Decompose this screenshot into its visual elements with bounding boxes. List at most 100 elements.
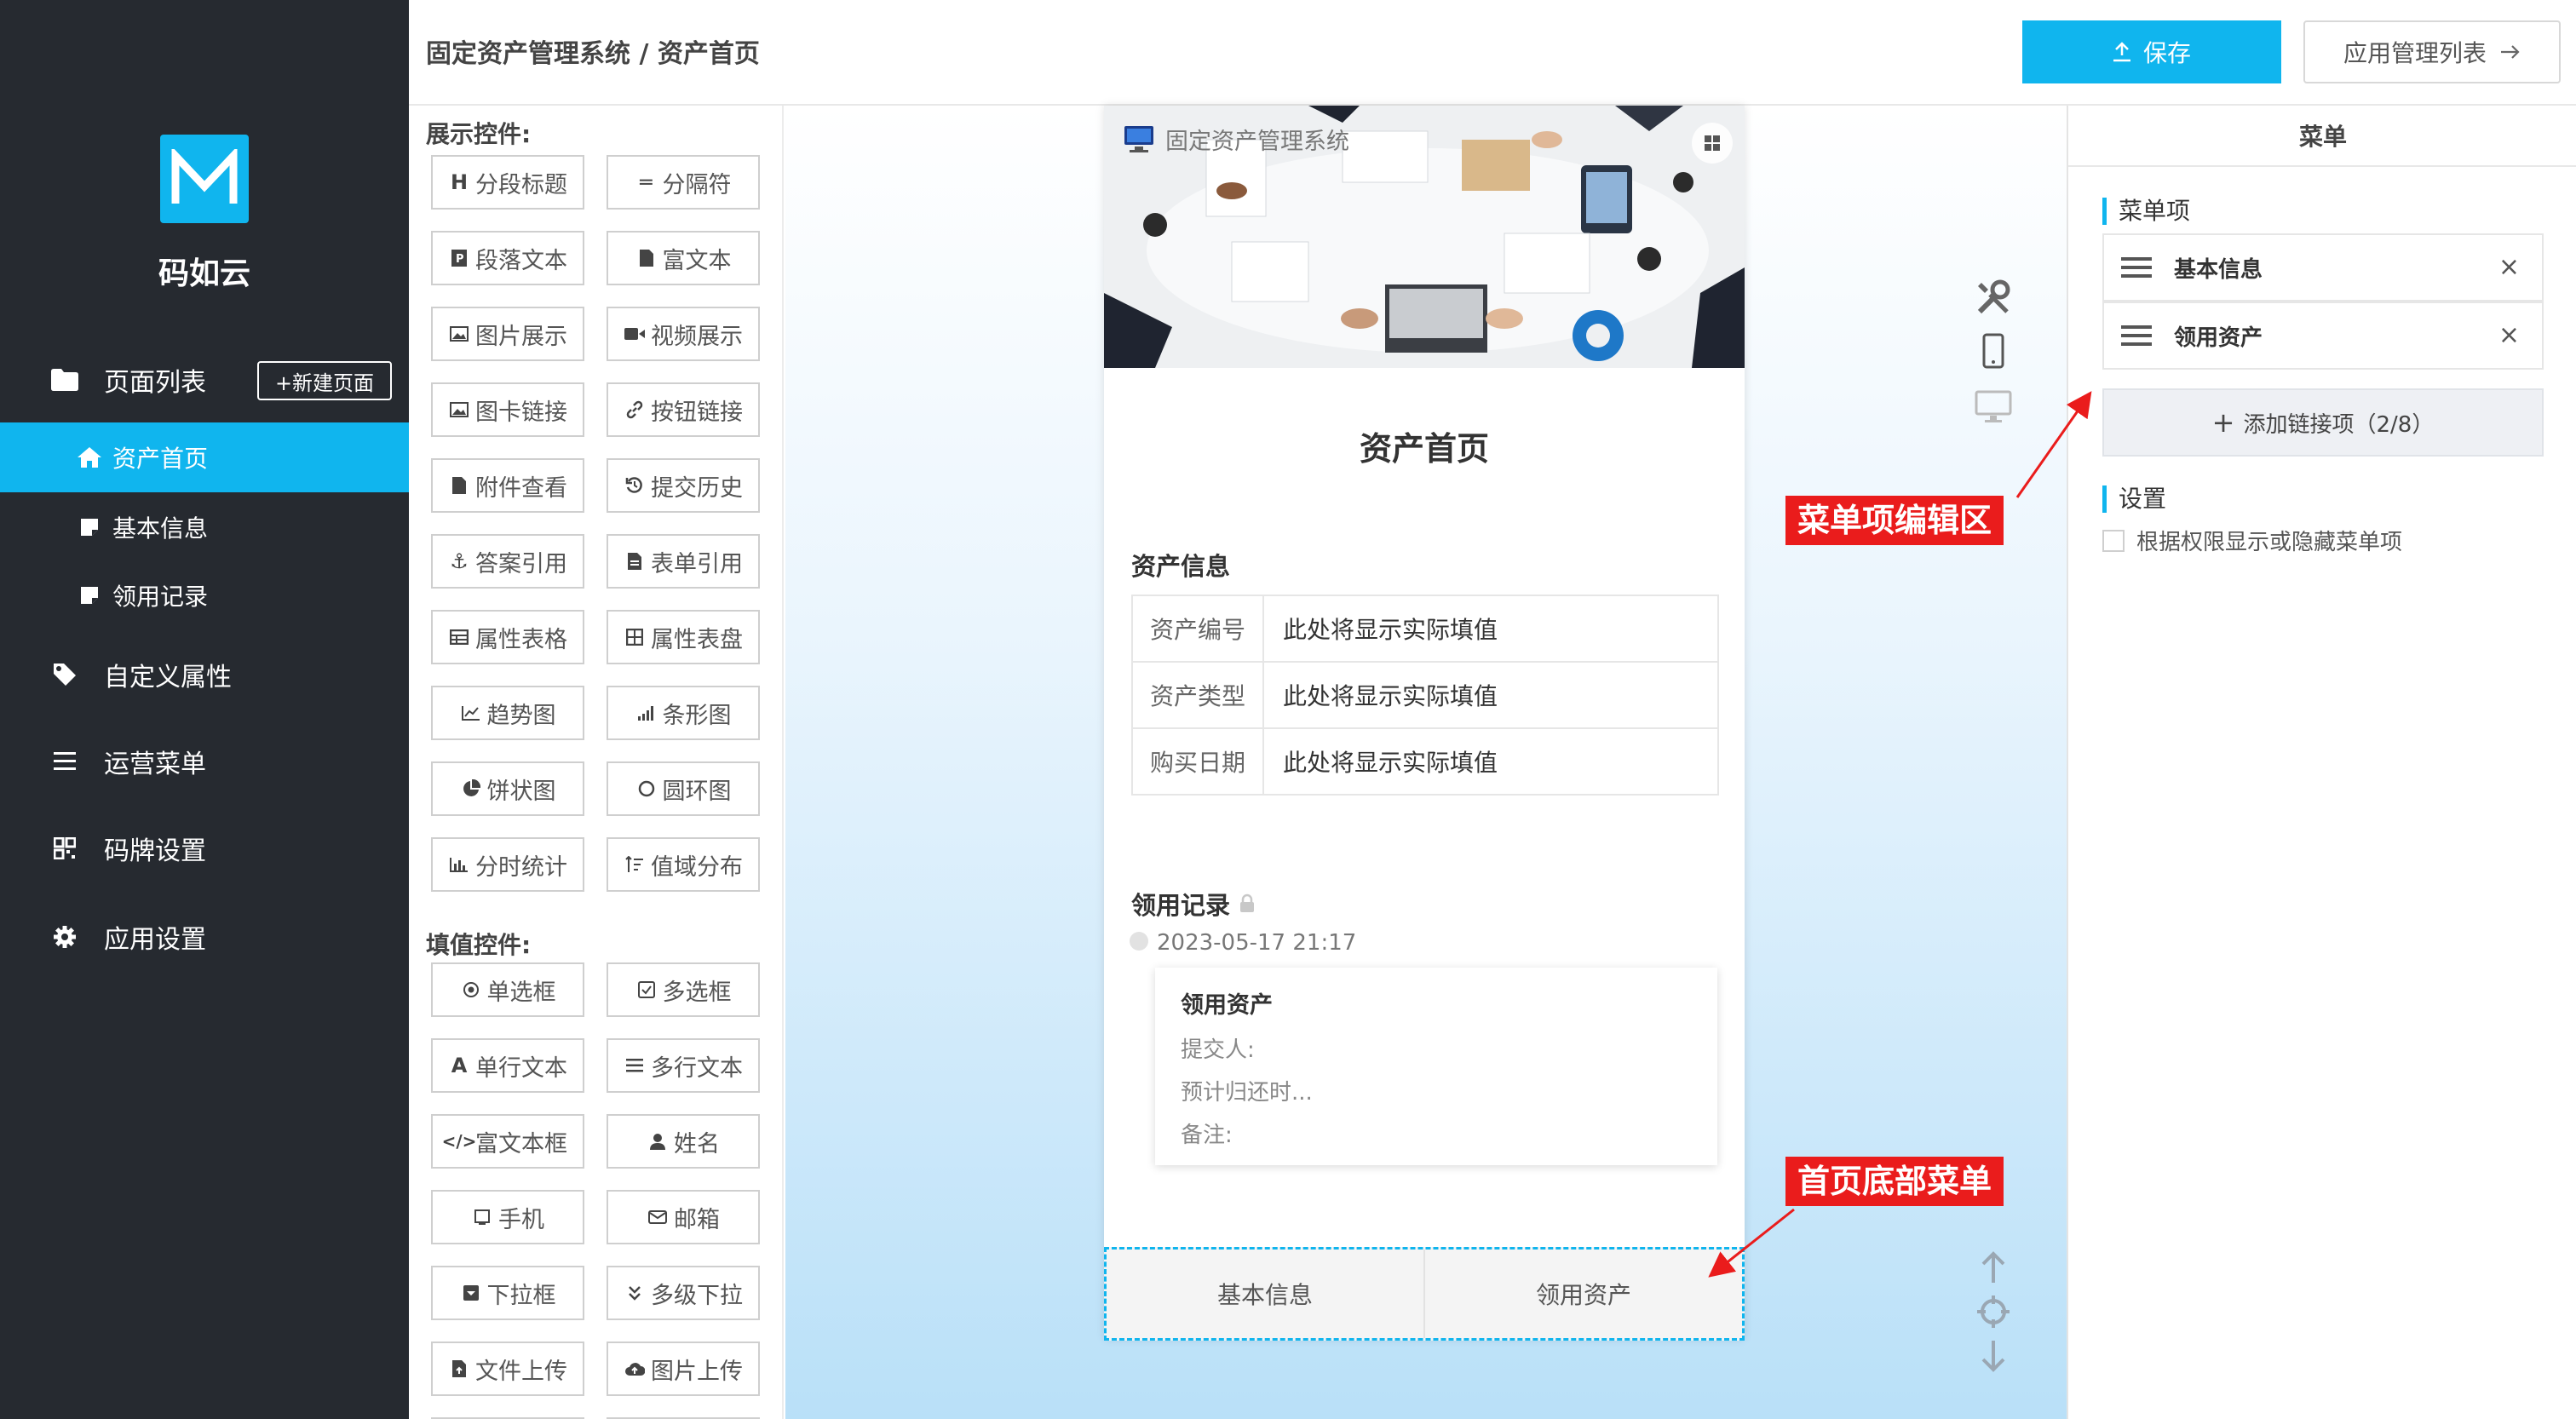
- record-card[interactable]: 领用资产 提交人: 预计归还时... 备注:: [1155, 968, 1717, 1165]
- drag-handle-icon[interactable]: [2121, 325, 2152, 346]
- sidebar-item-qr-settings[interactable]: 码牌设置: [0, 814, 409, 882]
- heading-icon: H: [450, 170, 469, 194]
- tools-icon[interactable]: [1973, 278, 2014, 319]
- pie-chart-icon: [460, 778, 482, 800]
- image-icon: [448, 323, 470, 345]
- qrcode-icon: [48, 831, 82, 865]
- banner-image[interactable]: 固定资产管理系统: [1104, 106, 1745, 368]
- permission-checkbox-label: 根据权限显示或隐藏菜单项: [2136, 530, 2403, 555]
- mobile-view-icon[interactable]: [1973, 330, 2014, 371]
- widget-bar-chart[interactable]: 条形图: [607, 686, 760, 740]
- widget-dropdown[interactable]: 下拉框: [431, 1266, 584, 1320]
- widget-image[interactable]: 图片展示: [431, 307, 584, 361]
- menu-item-label: 领用资产: [2174, 325, 2263, 351]
- divider-icon: ═: [640, 170, 653, 194]
- drag-handle-icon[interactable]: [2121, 257, 2152, 278]
- widget-richtext-box[interactable]: </> 富文本框: [431, 1114, 584, 1169]
- widget-attr-dashboard[interactable]: 属性表盘: [607, 610, 760, 664]
- table-key: 资产类型: [1131, 661, 1264, 729]
- bottom-menu-item[interactable]: 领用资产: [1423, 1250, 1742, 1338]
- new-page-button[interactable]: +新建页面: [257, 361, 392, 400]
- monitor-icon: [1123, 124, 1155, 153]
- sidebar-page-basic-info[interactable]: 基本信息: [0, 492, 409, 562]
- input-widgets-title: 填值控件:: [426, 931, 532, 959]
- widget-answer-ref[interactable]: ⚓ 答案引用: [431, 534, 584, 589]
- widget-phone[interactable]: 手机: [431, 1190, 584, 1244]
- widget-palette: 展示控件: H 分段标题 ═ 分隔符 P 段落文本 富文本 图片展示 视频展示 图卡链…: [409, 106, 784, 1419]
- widget-button-link[interactable]: 按钮链接: [607, 382, 760, 437]
- widget-attachment[interactable]: 附件查看: [431, 458, 584, 513]
- grid-icon: [624, 626, 646, 648]
- widget-label: 条形图: [662, 702, 732, 729]
- app-list-button[interactable]: 应用管理列表: [2303, 20, 2561, 83]
- locate-icon[interactable]: [1973, 1291, 2014, 1332]
- bottom-menu[interactable]: 基本信息 领用资产: [1104, 1247, 1745, 1341]
- menu-item-row[interactable]: 领用资产 ×: [2102, 302, 2544, 370]
- annotation-menu-edit-area: 菜单项编辑区: [1785, 496, 2004, 545]
- widget-name[interactable]: 姓名: [607, 1114, 760, 1169]
- add-link-button[interactable]: + 添加链接项（2/8）: [2102, 388, 2544, 457]
- widget-heading[interactable]: H 分段标题: [431, 155, 584, 210]
- widget-label: 图片上传: [651, 1358, 743, 1385]
- close-icon[interactable]: ×: [2498, 252, 2520, 282]
- widget-label: 多级下拉: [651, 1282, 743, 1309]
- widget-pie-chart[interactable]: 饼状图: [431, 761, 584, 816]
- app-list-label: 应用管理列表: [2343, 39, 2487, 67]
- menu-item-label: 基本信息: [2174, 256, 2263, 283]
- widget-cascade-dropdown[interactable]: 多级下拉: [607, 1266, 760, 1320]
- link-icon: [624, 399, 646, 421]
- widget-label: 分时统计: [475, 853, 567, 881]
- desktop-view-icon[interactable]: [1973, 387, 2014, 428]
- move-down-icon[interactable]: [1973, 1336, 2014, 1376]
- widget-single-line-text[interactable]: A 单行文本: [431, 1038, 584, 1093]
- move-up-icon[interactable]: [1973, 1247, 2014, 1288]
- widget-label: 饼状图: [486, 778, 556, 805]
- table-row: 资产编号 此处将显示实际填值: [1131, 595, 1719, 663]
- user-icon: [647, 1130, 669, 1152]
- widget-email[interactable]: 邮箱: [607, 1190, 760, 1244]
- widget-form-ref[interactable]: 表单引用: [607, 534, 760, 589]
- richtext-icon: [635, 247, 658, 269]
- widget-time-stats[interactable]: 分时统计: [431, 837, 584, 892]
- form-icon: [624, 550, 646, 572]
- widget-donut-chart[interactable]: 圆环图: [607, 761, 760, 816]
- mail-icon: [647, 1206, 669, 1228]
- close-icon[interactable]: ×: [2498, 320, 2520, 350]
- table-value: 此处将显示实际填值: [1262, 595, 1719, 663]
- sidebar-item-operations-menu[interactable]: 运营菜单: [0, 727, 409, 796]
- widget-file-upload[interactable]: 文件上传: [431, 1341, 584, 1396]
- widget-image-card[interactable]: 图卡链接: [431, 382, 584, 437]
- widget-label: 单选框: [486, 979, 556, 1006]
- widget-trend-chart[interactable]: 趋势图: [431, 686, 584, 740]
- widget-video[interactable]: 视频展示: [607, 307, 760, 361]
- widget-checkbox[interactable]: 多选框: [607, 962, 760, 1017]
- permission-checkbox-row[interactable]: 根据权限显示或隐藏菜单项: [2102, 525, 2402, 556]
- bottom-menu-item[interactable]: 基本信息: [1107, 1250, 1423, 1338]
- widget-label: 段落文本: [475, 247, 567, 274]
- widget-richtext[interactable]: 富文本: [607, 231, 760, 285]
- permission-checkbox[interactable]: [2102, 529, 2125, 552]
- widget-label: 附件查看: [475, 474, 567, 502]
- widget-image-upload[interactable]: 图片上传: [607, 1341, 760, 1396]
- widget-multi-line-text[interactable]: 多行文本: [607, 1038, 760, 1093]
- sidebar-item-label: 码牌设置: [104, 836, 206, 866]
- save-button[interactable]: 保存: [2022, 20, 2281, 83]
- widget-divider[interactable]: ═ 分隔符: [607, 155, 760, 210]
- multiline-icon: [624, 1054, 646, 1077]
- menu-item-row[interactable]: 基本信息 ×: [2102, 233, 2544, 302]
- sidebar-page-home[interactable]: 资产首页: [0, 422, 409, 492]
- sidebar-item-custom-attributes[interactable]: 自定义属性: [0, 641, 409, 709]
- sidebar-item-app-settings[interactable]: 应用设置: [0, 903, 409, 971]
- widget-paragraph[interactable]: P 段落文本: [431, 231, 584, 285]
- dropdown-icon: [460, 1282, 482, 1304]
- page-title: 资产首页: [1359, 430, 1489, 468]
- sidebar-page-label: 资产首页: [112, 445, 209, 473]
- display-widgets-title: 展示控件:: [426, 120, 532, 148]
- table-icon: [448, 626, 470, 648]
- widget-attr-table[interactable]: 属性表格: [431, 610, 584, 664]
- widget-distribution[interactable]: 值域分布: [607, 837, 760, 892]
- widget-history[interactable]: 提交历史: [607, 458, 760, 513]
- banner-grid-button[interactable]: [1692, 123, 1733, 164]
- widget-radio[interactable]: 单选框: [431, 962, 584, 1017]
- sidebar-page-records[interactable]: 领用记录: [0, 560, 409, 630]
